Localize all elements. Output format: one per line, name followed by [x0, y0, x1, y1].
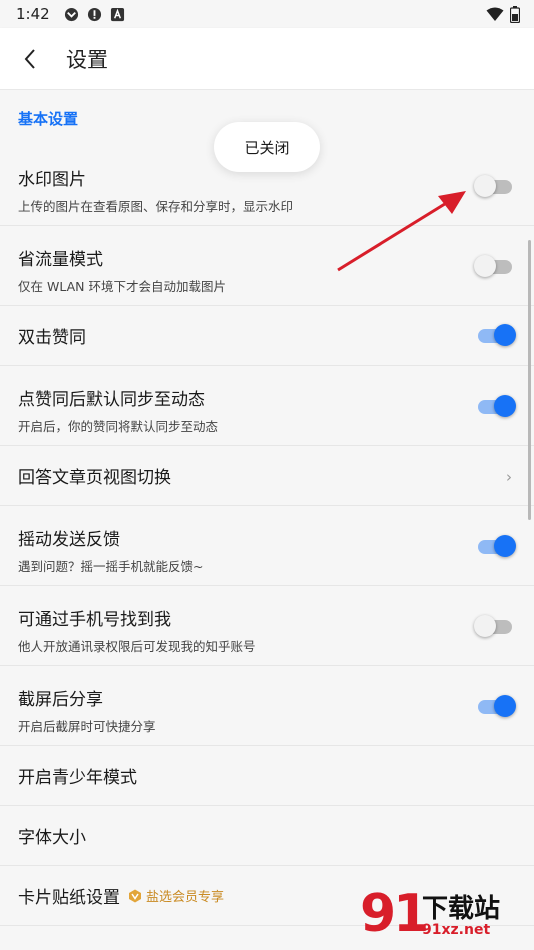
- watermark-toggle[interactable]: [474, 175, 512, 197]
- data-saver-toggle[interactable]: [474, 255, 512, 277]
- setting-font-size[interactable]: 字体大小: [0, 806, 534, 866]
- app-bar: 设置: [0, 28, 534, 90]
- screenshot-share-toggle[interactable]: [478, 695, 516, 717]
- setting-label: 字体大小: [18, 828, 86, 848]
- setting-label: 可通过手机号找到我: [18, 610, 171, 630]
- setting-label: 开启青少年模式: [18, 768, 137, 788]
- site-watermark: 91 下载站 91xz.net: [360, 884, 530, 948]
- alert-icon: [87, 7, 101, 21]
- setting-description: 遇到问题？摇一摇手机就能反馈~: [18, 559, 204, 574]
- watermark-site-name: 下载站: [422, 894, 501, 924]
- page-title: 设置: [66, 47, 108, 72]
- vip-badge-text: 盐选会员专享: [146, 890, 225, 905]
- battery-icon: [510, 6, 520, 23]
- double-tap-upvote-toggle[interactable]: [478, 324, 516, 346]
- setting-double-tap-upvote[interactable]: 双击赞同: [0, 306, 534, 366]
- setting-view-switch[interactable]: 回答文章页视图切换 ›: [0, 446, 534, 506]
- setting-description: 开启后，你的赞同将默认同步至动态: [18, 419, 219, 434]
- watermark-url: 91xz.net: [422, 922, 491, 938]
- find-by-phone-toggle[interactable]: [474, 615, 512, 637]
- sync-upvote-toggle[interactable]: [478, 395, 516, 417]
- vip-hexagon-icon: [129, 889, 141, 902]
- setting-description: 仅在 WLAN 环境下才会自动加载图片: [18, 279, 226, 294]
- setting-label: 卡片贴纸设置: [18, 888, 120, 908]
- vip-badge: 盐选会员专享: [128, 886, 224, 905]
- setting-shake-feedback[interactable]: 摇动发送反馈 遇到问题？摇一摇手机就能反馈~: [0, 506, 534, 586]
- wifi-icon: [486, 7, 504, 21]
- status-bar: 1:42: [0, 0, 534, 28]
- setting-sync-upvote[interactable]: 点赞同后默认同步至动态 开启后，你的赞同将默认同步至动态: [0, 366, 534, 446]
- toast: 已关闭: [214, 122, 320, 172]
- setting-label: 双击赞同: [18, 328, 86, 348]
- scrollbar[interactable]: [528, 240, 531, 520]
- setting-label: 摇动发送反馈: [18, 530, 120, 550]
- setting-label: 点赞同后默认同步至动态: [18, 390, 205, 410]
- annotation-arrow-icon: [337, 191, 466, 272]
- status-time: 1:42: [16, 5, 50, 23]
- setting-find-by-phone[interactable]: 可通过手机号找到我 他人开放通讯录权限后可发现我的知乎账号: [0, 586, 534, 666]
- a-badge-icon: [110, 7, 124, 21]
- back-button[interactable]: [0, 28, 60, 90]
- chevron-right-icon: ›: [506, 468, 512, 486]
- setting-description: 开启后截屏时可快捷分享: [18, 719, 156, 734]
- setting-label: 回答文章页视图切换: [18, 468, 171, 488]
- setting-label: 截屏后分享: [18, 690, 103, 710]
- chevron-left-icon: [24, 48, 35, 69]
- setting-screenshot-share[interactable]: 截屏后分享 开启后截屏时可快捷分享: [0, 666, 534, 746]
- app-notification-icon: [64, 7, 78, 21]
- watermark-logo: 91: [360, 884, 429, 944]
- setting-teen-mode[interactable]: 开启青少年模式: [0, 746, 534, 806]
- setting-description: 他人开放通讯录权限后可发现我的知乎账号: [18, 639, 256, 654]
- shake-feedback-toggle[interactable]: [478, 535, 516, 557]
